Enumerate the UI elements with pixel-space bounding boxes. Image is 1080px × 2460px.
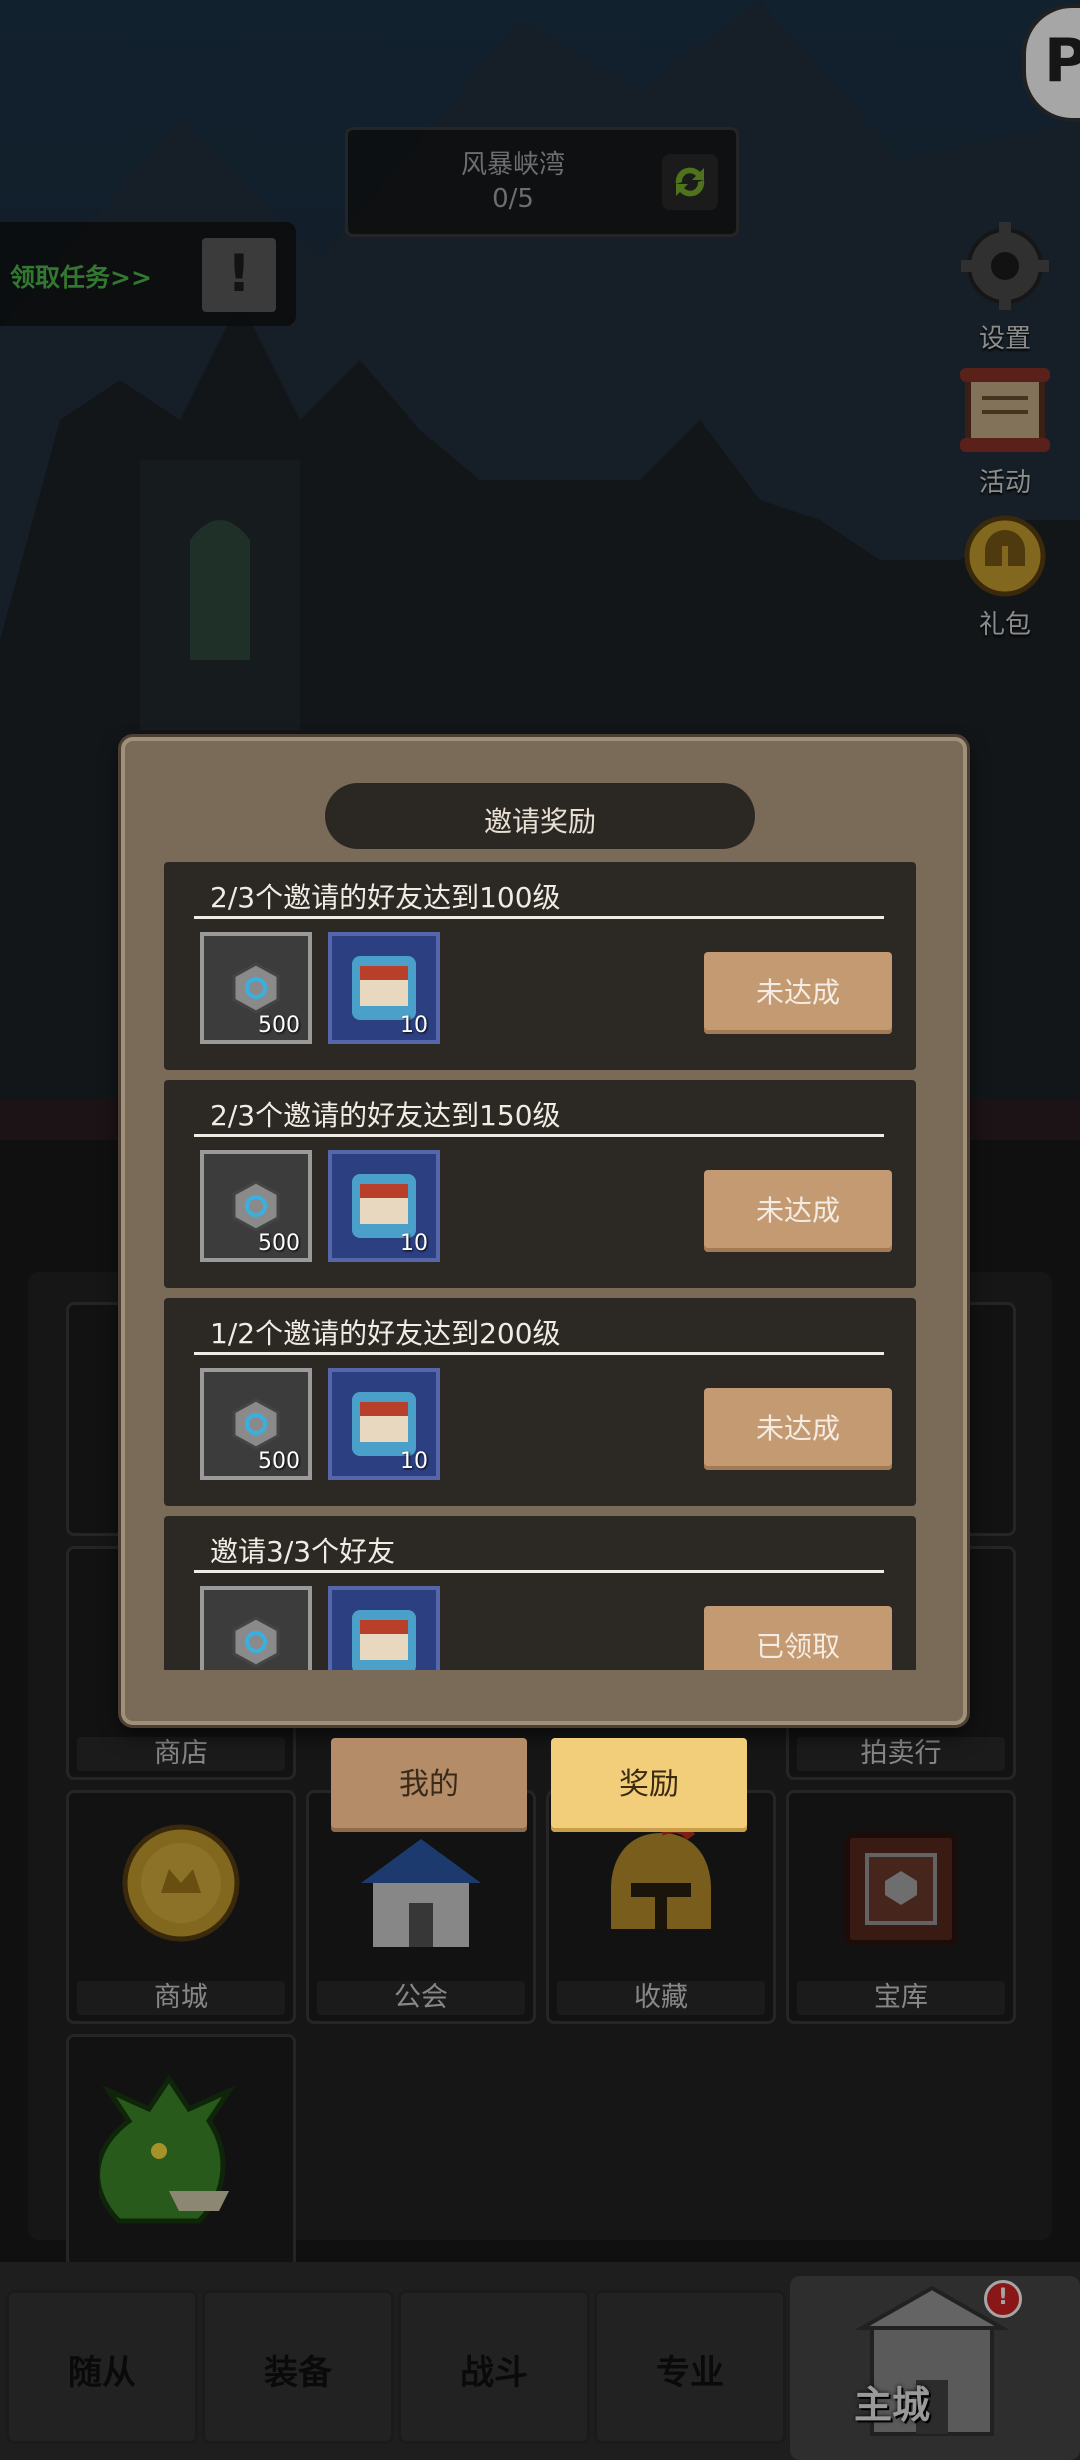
tab-mine[interactable]: 我的 xyxy=(331,1738,527,1832)
claim-status-button[interactable]: 未达成 xyxy=(704,1170,892,1252)
food-item[interactable] xyxy=(328,1586,440,1670)
food-box-icon xyxy=(352,1610,416,1670)
gem-icon xyxy=(232,1616,280,1668)
claim-status-button[interactable]: 未达成 xyxy=(704,952,892,1034)
reward-row: 2/3个邀请的好友达到150级 500 10 未达成 xyxy=(164,1080,916,1288)
reward-row-title: 2/3个邀请的好友达到150级 xyxy=(210,1099,561,1132)
row-divider xyxy=(194,1352,884,1355)
reward-row-title: 2/3个邀请的好友达到100级 xyxy=(210,881,561,914)
row-divider xyxy=(194,1570,884,1573)
food-quantity: 10 xyxy=(400,1013,428,1038)
claim-status-button[interactable]: 未达成 xyxy=(704,1388,892,1470)
reward-row: 2/3个邀请的好友达到100级 500 10 未达成 xyxy=(164,862,916,1070)
reward-row: 1/2个邀请的好友达到200级 500 10 未达成 xyxy=(164,1298,916,1506)
claim-status-button[interactable]: 已领取 xyxy=(704,1606,892,1670)
reward-list[interactable]: 2/3个邀请的好友达到100级 500 10 未达成 2/3个邀请的好友达到15… xyxy=(164,862,916,1670)
reward-row-title: 1/2个邀请的好友达到200级 xyxy=(210,1317,561,1350)
reward-row: 邀请3/3个好友 已领取 xyxy=(164,1516,916,1670)
row-divider xyxy=(194,1134,884,1137)
row-divider xyxy=(194,916,884,919)
food-item[interactable]: 10 xyxy=(328,1368,440,1480)
gem-item[interactable]: 500 xyxy=(200,932,312,1044)
food-item[interactable]: 10 xyxy=(328,1150,440,1262)
modal-title: 邀请奖励 xyxy=(483,805,596,838)
food-quantity: 10 xyxy=(400,1449,428,1474)
gem-quantity: 500 xyxy=(258,1013,300,1038)
gem-quantity: 500 xyxy=(258,1231,300,1256)
food-item[interactable]: 10 xyxy=(328,932,440,1044)
food-quantity: 10 xyxy=(400,1231,428,1256)
reward-row-title: 邀请3/3个好友 xyxy=(210,1535,396,1568)
gem-item[interactable]: 500 xyxy=(200,1150,312,1262)
gem-item[interactable]: 500 xyxy=(200,1368,312,1480)
gem-item[interactable] xyxy=(200,1586,312,1670)
tab-reward[interactable]: 奖励 xyxy=(551,1738,747,1832)
gem-quantity: 500 xyxy=(258,1449,300,1474)
